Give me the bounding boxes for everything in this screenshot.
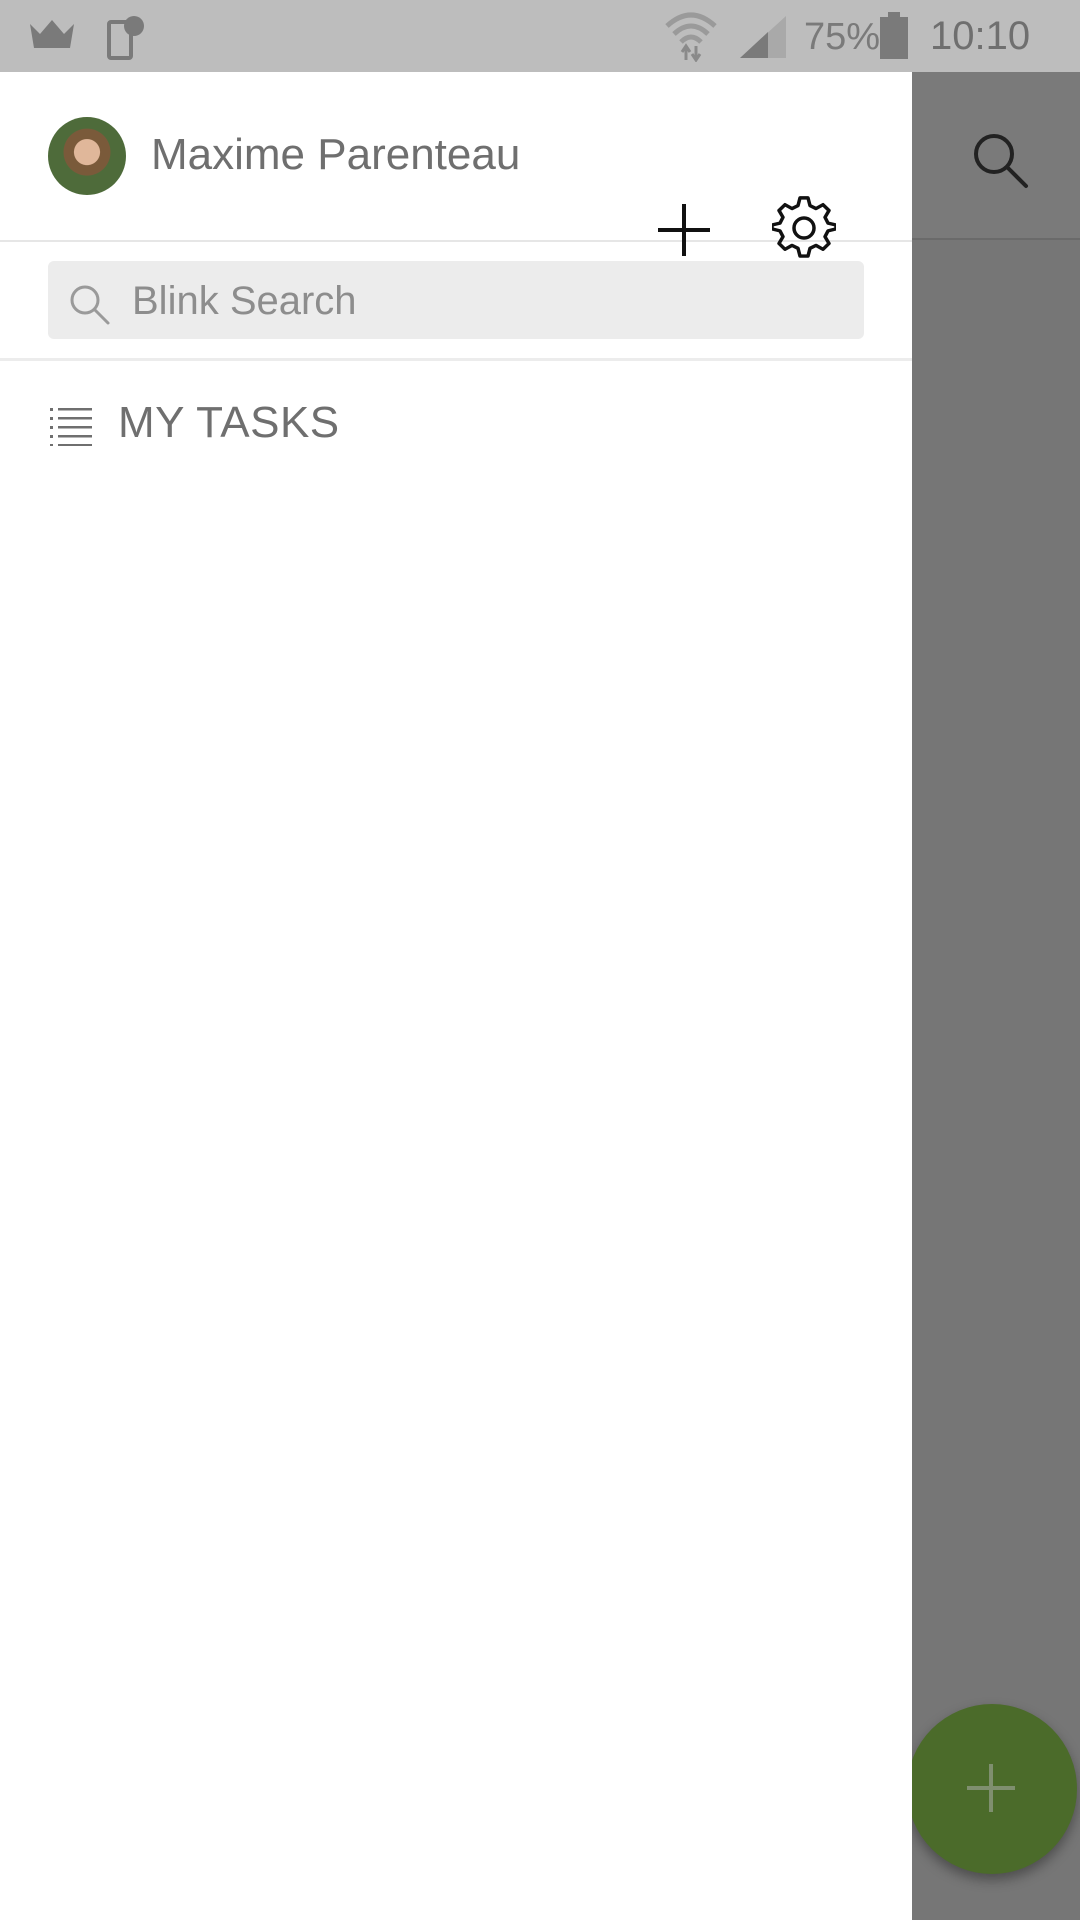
divider bbox=[0, 358, 912, 361]
add-button[interactable] bbox=[652, 198, 716, 262]
battery-percent: 75% bbox=[804, 16, 881, 58]
add-task-fab[interactable] bbox=[907, 1704, 1077, 1874]
search-icon[interactable] bbox=[970, 130, 1030, 195]
nav-item-my-tasks[interactable]: MY TASKS bbox=[0, 372, 912, 482]
search-input[interactable] bbox=[130, 261, 834, 341]
device-notification-icon bbox=[106, 14, 150, 67]
crown-icon bbox=[28, 18, 76, 55]
background-app-header bbox=[912, 72, 1080, 240]
cell-signal-icon bbox=[738, 14, 788, 65]
plus-icon bbox=[951, 1748, 1031, 1833]
clock: 10:10 bbox=[930, 14, 1031, 58]
gear-icon bbox=[770, 196, 838, 258]
drawer-header: Maxime Parenteau bbox=[0, 72, 912, 258]
wifi-icon bbox=[664, 8, 718, 67]
nav-item-label: MY TASKS bbox=[118, 398, 340, 447]
avatar[interactable] bbox=[48, 117, 126, 195]
plus-icon bbox=[658, 204, 710, 256]
user-name[interactable]: Maxime Parenteau bbox=[151, 130, 520, 180]
list-icon bbox=[50, 406, 94, 451]
status-bar: 75% 10:10 bbox=[0, 0, 1080, 72]
battery-icon bbox=[878, 12, 910, 65]
navigation-drawer: Maxime Parenteau Blink Search MY TASKS bbox=[0, 72, 912, 1920]
settings-button[interactable] bbox=[770, 196, 838, 260]
search-icon bbox=[68, 283, 112, 332]
search-bar[interactable] bbox=[48, 261, 864, 341]
background-app bbox=[907, 72, 1080, 1920]
